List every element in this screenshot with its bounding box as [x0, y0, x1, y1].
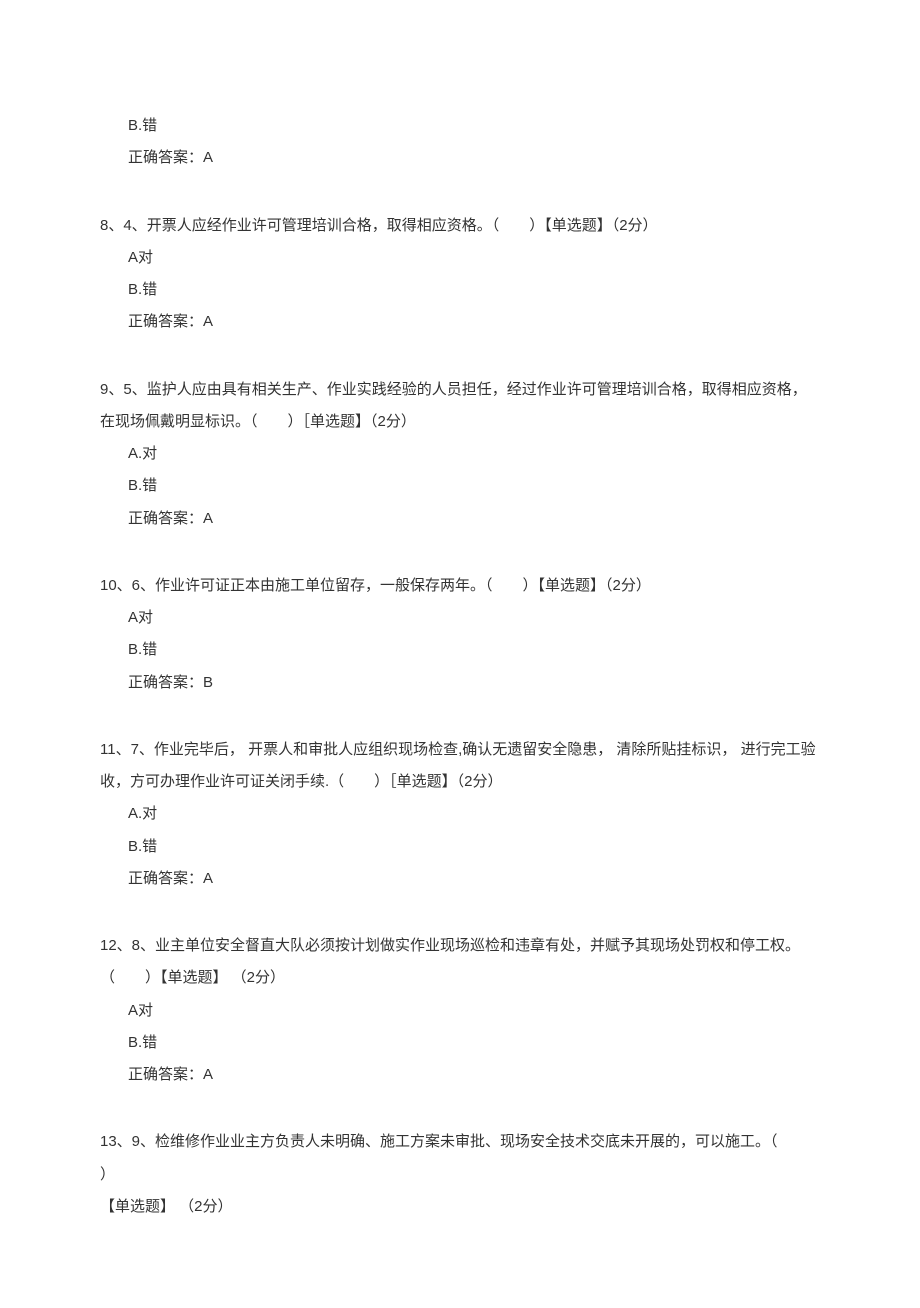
option-b: B.错	[100, 274, 820, 306]
option-a: A对	[100, 242, 820, 274]
question-line-3: 【单选题】 （2分）	[100, 1191, 820, 1223]
question-text: 13、9、检维修作业业主方负责人未明确、施工方案未审批、现场安全技术交底未开展的…	[100, 1126, 820, 1158]
option-b: B.错	[100, 1027, 820, 1059]
question-number: 13、9、	[100, 1133, 155, 1150]
correct-answer: 正确答案：A	[100, 306, 820, 338]
option-b: B.错	[100, 831, 820, 863]
question-body: 作业许可证正本由施工单位留存，一般保存两年。（ ）【单选题】（2分）	[155, 577, 651, 594]
question-text: 8、4、开票人应经作业许可管理培训合格，取得相应资格。（ ）【单选题】（2分）	[100, 210, 820, 242]
option-b: B.错	[100, 634, 820, 666]
option-a: A对	[100, 602, 820, 634]
correct-answer: 正确答案：A	[100, 863, 820, 895]
question-12: 12、8、业主单位安全督直大队必须按计划做实作业现场巡检和违章有处，并赋予其现场…	[100, 930, 820, 1091]
question-text: 10、6、作业许可证正本由施工单位留存，一般保存两年。（ ）【单选题】（2分）	[100, 570, 820, 602]
option-b: B.错	[100, 110, 820, 142]
correct-answer: 正确答案：A	[100, 142, 820, 174]
question-text: 9、5、监护人应由具有相关生产、作业实践经验的人员担任，经过作业许可管理培训合格…	[100, 374, 820, 439]
question-body: 作业完毕后， 开票人和审批人应组织现场检查,确认无遗留安全隐患， 清除所贴挂标识…	[100, 741, 816, 790]
question-11: 11、7、作业完毕后， 开票人和审批人应组织现场检查,确认无遗留安全隐患， 清除…	[100, 734, 820, 895]
question-text: 11、7、作业完毕后， 开票人和审批人应组织现场检查,确认无遗留安全隐患， 清除…	[100, 734, 820, 799]
correct-answer: 正确答案：A	[100, 1059, 820, 1091]
question-number: 11、7、	[100, 741, 154, 758]
option-b: B.错	[100, 470, 820, 502]
question-number: 9、5、	[100, 381, 147, 398]
question-line-2: ）	[100, 1159, 820, 1191]
option-a: A.对	[100, 798, 820, 830]
option-a: A.对	[100, 438, 820, 470]
correct-answer: 正确答案：A	[100, 503, 820, 535]
question-number: 8、4、	[100, 217, 147, 234]
option-a: A对	[100, 995, 820, 1027]
question-10: 10、6、作业许可证正本由施工单位留存，一般保存两年。（ ）【单选题】（2分） …	[100, 570, 820, 699]
question-body: 监护人应由具有相关生产、作业实践经验的人员担任，经过作业许可管理培训合格，取得相…	[100, 381, 807, 430]
question-continuation: B.错 正确答案：A	[100, 110, 820, 175]
question-number: 10、6、	[100, 577, 155, 594]
question-body: 检维修作业业主方负责人未明确、施工方案未审批、现场安全技术交底未开展的，可以施工…	[155, 1133, 778, 1150]
correct-answer: 正确答案：B	[100, 667, 820, 699]
question-text: 12、8、业主单位安全督直大队必须按计划做实作业现场巡检和违章有处，并赋予其现场…	[100, 930, 820, 995]
question-9: 9、5、监护人应由具有相关生产、作业实践经验的人员担任，经过作业许可管理培训合格…	[100, 374, 820, 535]
question-number: 12、8、	[100, 937, 155, 954]
question-13: 13、9、检维修作业业主方负责人未明确、施工方案未审批、现场安全技术交底未开展的…	[100, 1126, 820, 1223]
question-8: 8、4、开票人应经作业许可管理培训合格，取得相应资格。（ ）【单选题】（2分） …	[100, 210, 820, 339]
question-body: 业主单位安全督直大队必须按计划做实作业现场巡检和违章有处，并赋予其现场处罚权和停…	[100, 937, 800, 986]
question-body: 开票人应经作业许可管理培训合格，取得相应资格。（ ）【单选题】（2分）	[147, 217, 658, 234]
